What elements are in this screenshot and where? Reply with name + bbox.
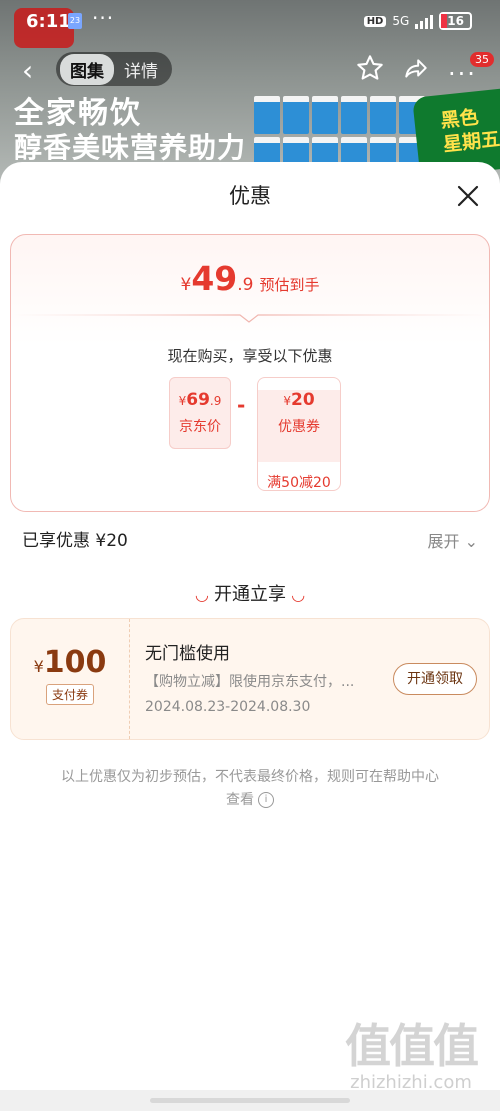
star-icon[interactable] (356, 54, 384, 82)
hd-icon: HD (363, 15, 387, 27)
smile-left-icon: ◡ (195, 585, 208, 604)
signal-icon (415, 13, 434, 29)
coupon-discount-label: 优惠券 (278, 419, 320, 435)
info-icon[interactable]: i (258, 792, 274, 808)
coupon-title: 无门槛使用 (145, 644, 230, 664)
currency-symbol: ¥ (283, 394, 291, 408)
back-icon[interactable]: ‹ (22, 54, 33, 87)
minus-sign: - (237, 393, 246, 417)
jd-price-label: 京东价 (179, 419, 221, 435)
battery-icon: 16 (439, 12, 472, 30)
coupon-validity: 2024.08.23-2024.08.30 (145, 699, 311, 715)
coupon-discount-box: ¥20 优惠券 满50减20 (257, 377, 341, 491)
network-label: 5G (392, 14, 410, 28)
open-section-label: 开通立享 (214, 584, 286, 605)
pay-coupon-card: ¥100 支付券 无门槛使用 【购物立减】限使用京东支付，... 2024.08… (10, 618, 490, 740)
estimated-price-label: 预估到手 (259, 276, 320, 294)
expand-button[interactable]: 展开 ⌄ (427, 528, 478, 552)
watermark-logo: 值值值 (345, 1019, 479, 1073)
currency-symbol: ¥ (180, 275, 192, 295)
price-breakdown-card: ¥49.9 预估到手 现在购买，享受以下优惠 ¥69.9 京东价 - ¥20 优惠… (10, 234, 490, 512)
coupon-type-badge: 支付券 (45, 684, 94, 705)
chevron-down-icon: ⌄ (464, 532, 478, 551)
currency-symbol: ¥ (33, 657, 44, 676)
disclaimer: 以上优惠仅为初步预估，不代表最终价格，规则可在帮助中心查看 i (60, 766, 440, 812)
gallery-tabs: 图集 详情 (56, 52, 172, 86)
coupon-discount-value: 20 (290, 390, 315, 410)
estimated-price-integer: 49 (191, 259, 238, 298)
coupon-amount-area: ¥100 支付券 (11, 619, 130, 739)
disclaimer-text: 以上优惠仅为初步预估，不代表最终价格，规则可在帮助中心查看 (61, 769, 439, 808)
status-bar: 6:11 23 ··· HD 5G 16 (0, 0, 500, 46)
jd-price-box: ¥69.9 京东价 (169, 377, 231, 449)
coupon-description: 【购物立减】限使用京东支付，... (145, 674, 355, 690)
watermark: 值值值 zhizhizhi.com (336, 1020, 486, 1100)
home-indicator[interactable] (150, 1098, 350, 1103)
notification-badge: 35 (470, 52, 494, 67)
expand-label: 展开 (427, 532, 460, 551)
share-icon[interactable] (402, 56, 430, 82)
claim-coupon-button[interactable]: 开通领取 (393, 663, 477, 695)
close-icon[interactable] (454, 182, 482, 210)
estimated-price-decimal: .9 (237, 275, 254, 295)
saved-amount: 已享优惠 ¥20 (22, 531, 128, 551)
status-time: 6:11 (26, 11, 71, 32)
open-section-title: ◡ 开通立享 ◡ (0, 580, 500, 606)
watermark-text: zhizhizhi.com (350, 1072, 472, 1093)
coupon-condition: 满50减20 (267, 475, 331, 491)
estimated-price: ¥49.9 预估到手 (11, 259, 489, 298)
card-divider (11, 314, 489, 323)
ad-subheadline: 醇香美味营养助力 (14, 131, 247, 164)
calendar-icon: 23 (68, 13, 82, 29)
product-image (254, 96, 434, 175)
jd-price-integer: 69 (186, 390, 210, 410)
smile-right-icon: ◡ (292, 585, 305, 604)
tab-details[interactable]: 详情 (114, 54, 168, 85)
coupon-amount: 100 (43, 645, 107, 680)
jd-price-decimal: .9 (209, 394, 222, 408)
discount-sheet: 优惠 ¥49.9 预估到手 现在购买，享受以下优惠 ¥69.9 京东价 - ¥20… (0, 162, 500, 1111)
tab-gallery[interactable]: 图集 (60, 53, 114, 85)
more-notifications-icon: ··· (92, 6, 115, 30)
sheet-title: 优惠 (229, 184, 271, 208)
discount-subtitle: 现在购买，享受以下优惠 (167, 347, 333, 365)
status-indicators: HD 5G 16 (363, 12, 472, 30)
